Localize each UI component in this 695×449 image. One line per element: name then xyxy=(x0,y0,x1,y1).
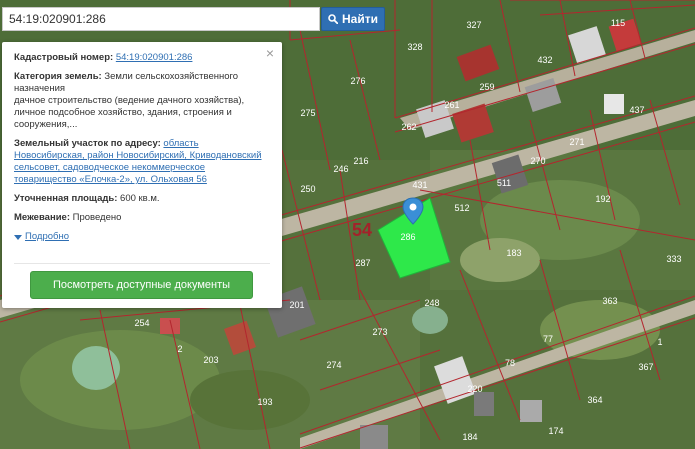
land-category-label: Категория земель: xyxy=(14,71,102,82)
search-icon xyxy=(328,14,338,24)
plot-number-label: 431 xyxy=(412,180,427,190)
plot-number-label: 174 xyxy=(548,426,563,436)
land-category-row: Категория земель: Земли сельскохозяйстве… xyxy=(14,71,270,131)
plot-number-label: 287 xyxy=(355,258,370,268)
plot-number-label: 512 xyxy=(454,203,469,213)
plot-number-label: 261 xyxy=(444,100,459,110)
plot-number-label: 2 xyxy=(177,344,182,354)
plot-number-label: 183 xyxy=(506,248,521,258)
survey-row: Межевание: Проведено xyxy=(14,212,270,224)
plot-number-label: 511 xyxy=(497,178,511,188)
plot-number-label: 203 xyxy=(203,355,218,365)
block-number: 54 xyxy=(352,220,372,240)
area-row: Уточненная площадь: 600 кв.м. xyxy=(14,193,270,205)
plot-number-label: 270 xyxy=(530,156,545,166)
plot-number-label: 363 xyxy=(602,296,617,306)
address-label: Земельный участок по адресу: xyxy=(14,138,161,149)
plot-number-label: 216 xyxy=(353,156,368,166)
plot-number-label: 271 xyxy=(569,137,584,147)
close-icon[interactable]: × xyxy=(266,46,274,60)
plot-number-label: 367 xyxy=(638,362,653,372)
plot-number-label: 327 xyxy=(466,20,481,30)
plot-number-label: 437 xyxy=(629,105,644,115)
more-row: Подробно xyxy=(14,231,270,244)
area-value: 600 кв.м. xyxy=(120,193,160,204)
plot-number-label: 254 xyxy=(134,318,149,328)
survey-label: Межевание: xyxy=(14,212,70,223)
plot-number-label: 432 xyxy=(537,55,552,65)
plot-number-label: 259 xyxy=(479,82,494,92)
land-use-text: дачное строительство (ведение дачного хо… xyxy=(14,95,245,130)
plot-number-label: 328 xyxy=(407,42,422,52)
plot-number-label: 364 xyxy=(587,395,602,405)
view-documents-label: Посмотреть доступные документы xyxy=(52,279,231,291)
plot-number-label: 248 xyxy=(424,298,439,308)
panel-divider xyxy=(14,263,270,264)
more-details-link[interactable]: Подробно xyxy=(14,231,69,243)
plot-number-label: 193 xyxy=(257,397,272,407)
plot-number-label: 77 xyxy=(543,334,553,344)
plot-number-label: 78 xyxy=(505,358,515,368)
plot-number-label: 250 xyxy=(300,184,315,194)
plot-number-label: 262 xyxy=(401,122,416,132)
area-label: Уточненная площадь: xyxy=(14,193,118,204)
plot-number-label: 273 xyxy=(372,327,387,337)
plot-number-label: 276 xyxy=(350,76,365,86)
plot-number-label: 184 xyxy=(462,432,477,442)
plot-number-label: 220 xyxy=(467,384,482,394)
address-row: Земельный участок по адресу: область Нов… xyxy=(14,138,270,186)
cadastral-number-link[interactable]: 54:19:020901:286 xyxy=(116,52,193,63)
plot-number-label: 246 xyxy=(333,164,348,174)
plot-number-label: 201 xyxy=(289,300,304,310)
plot-number-label: 115 xyxy=(611,18,625,28)
plot-number-label: 275 xyxy=(300,108,315,118)
plot-number-label: 192 xyxy=(595,194,610,204)
search-button-label: Найти xyxy=(342,12,378,26)
cadastral-number-label: Кадастровый номер: xyxy=(14,52,114,63)
survey-value: Проведено xyxy=(72,212,122,223)
search-button[interactable]: Найти xyxy=(321,7,385,31)
plot-number-label: 274 xyxy=(326,360,341,370)
more-details-label: Подробно xyxy=(25,231,69,242)
plot-number-label: 286 xyxy=(400,232,415,242)
cadastral-number-row: Кадастровый номер: 54:19:020901:286 xyxy=(14,52,270,64)
plot-number-label: 333 xyxy=(666,254,681,264)
search-input[interactable] xyxy=(2,7,320,31)
view-documents-button[interactable]: Посмотреть доступные документы xyxy=(30,271,253,299)
parcel-info-panel: × Кадастровый номер: 54:19:020901:286 Ка… xyxy=(2,42,282,308)
triangle-down-icon xyxy=(14,234,22,240)
plot-number-label: 1 xyxy=(657,337,662,347)
